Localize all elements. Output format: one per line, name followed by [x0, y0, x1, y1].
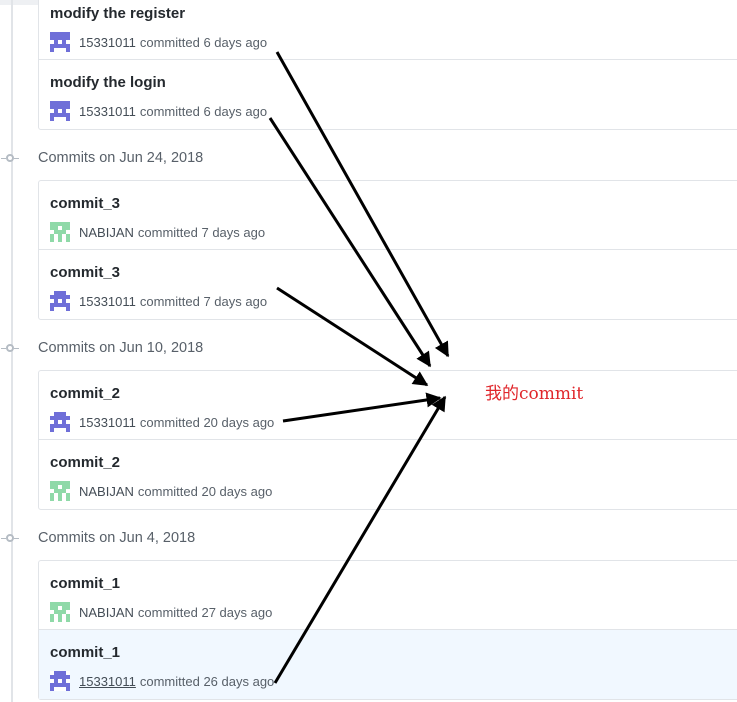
- arrow-2: [268, 117, 432, 368]
- arrow-1: [275, 51, 450, 358]
- annotation-arrows: [268, 51, 450, 684]
- annotation-label: 我的commit: [485, 384, 584, 404]
- arrow-4: [282, 392, 442, 423]
- arrow-5: [273, 395, 447, 684]
- arrow-3: [276, 286, 429, 387]
